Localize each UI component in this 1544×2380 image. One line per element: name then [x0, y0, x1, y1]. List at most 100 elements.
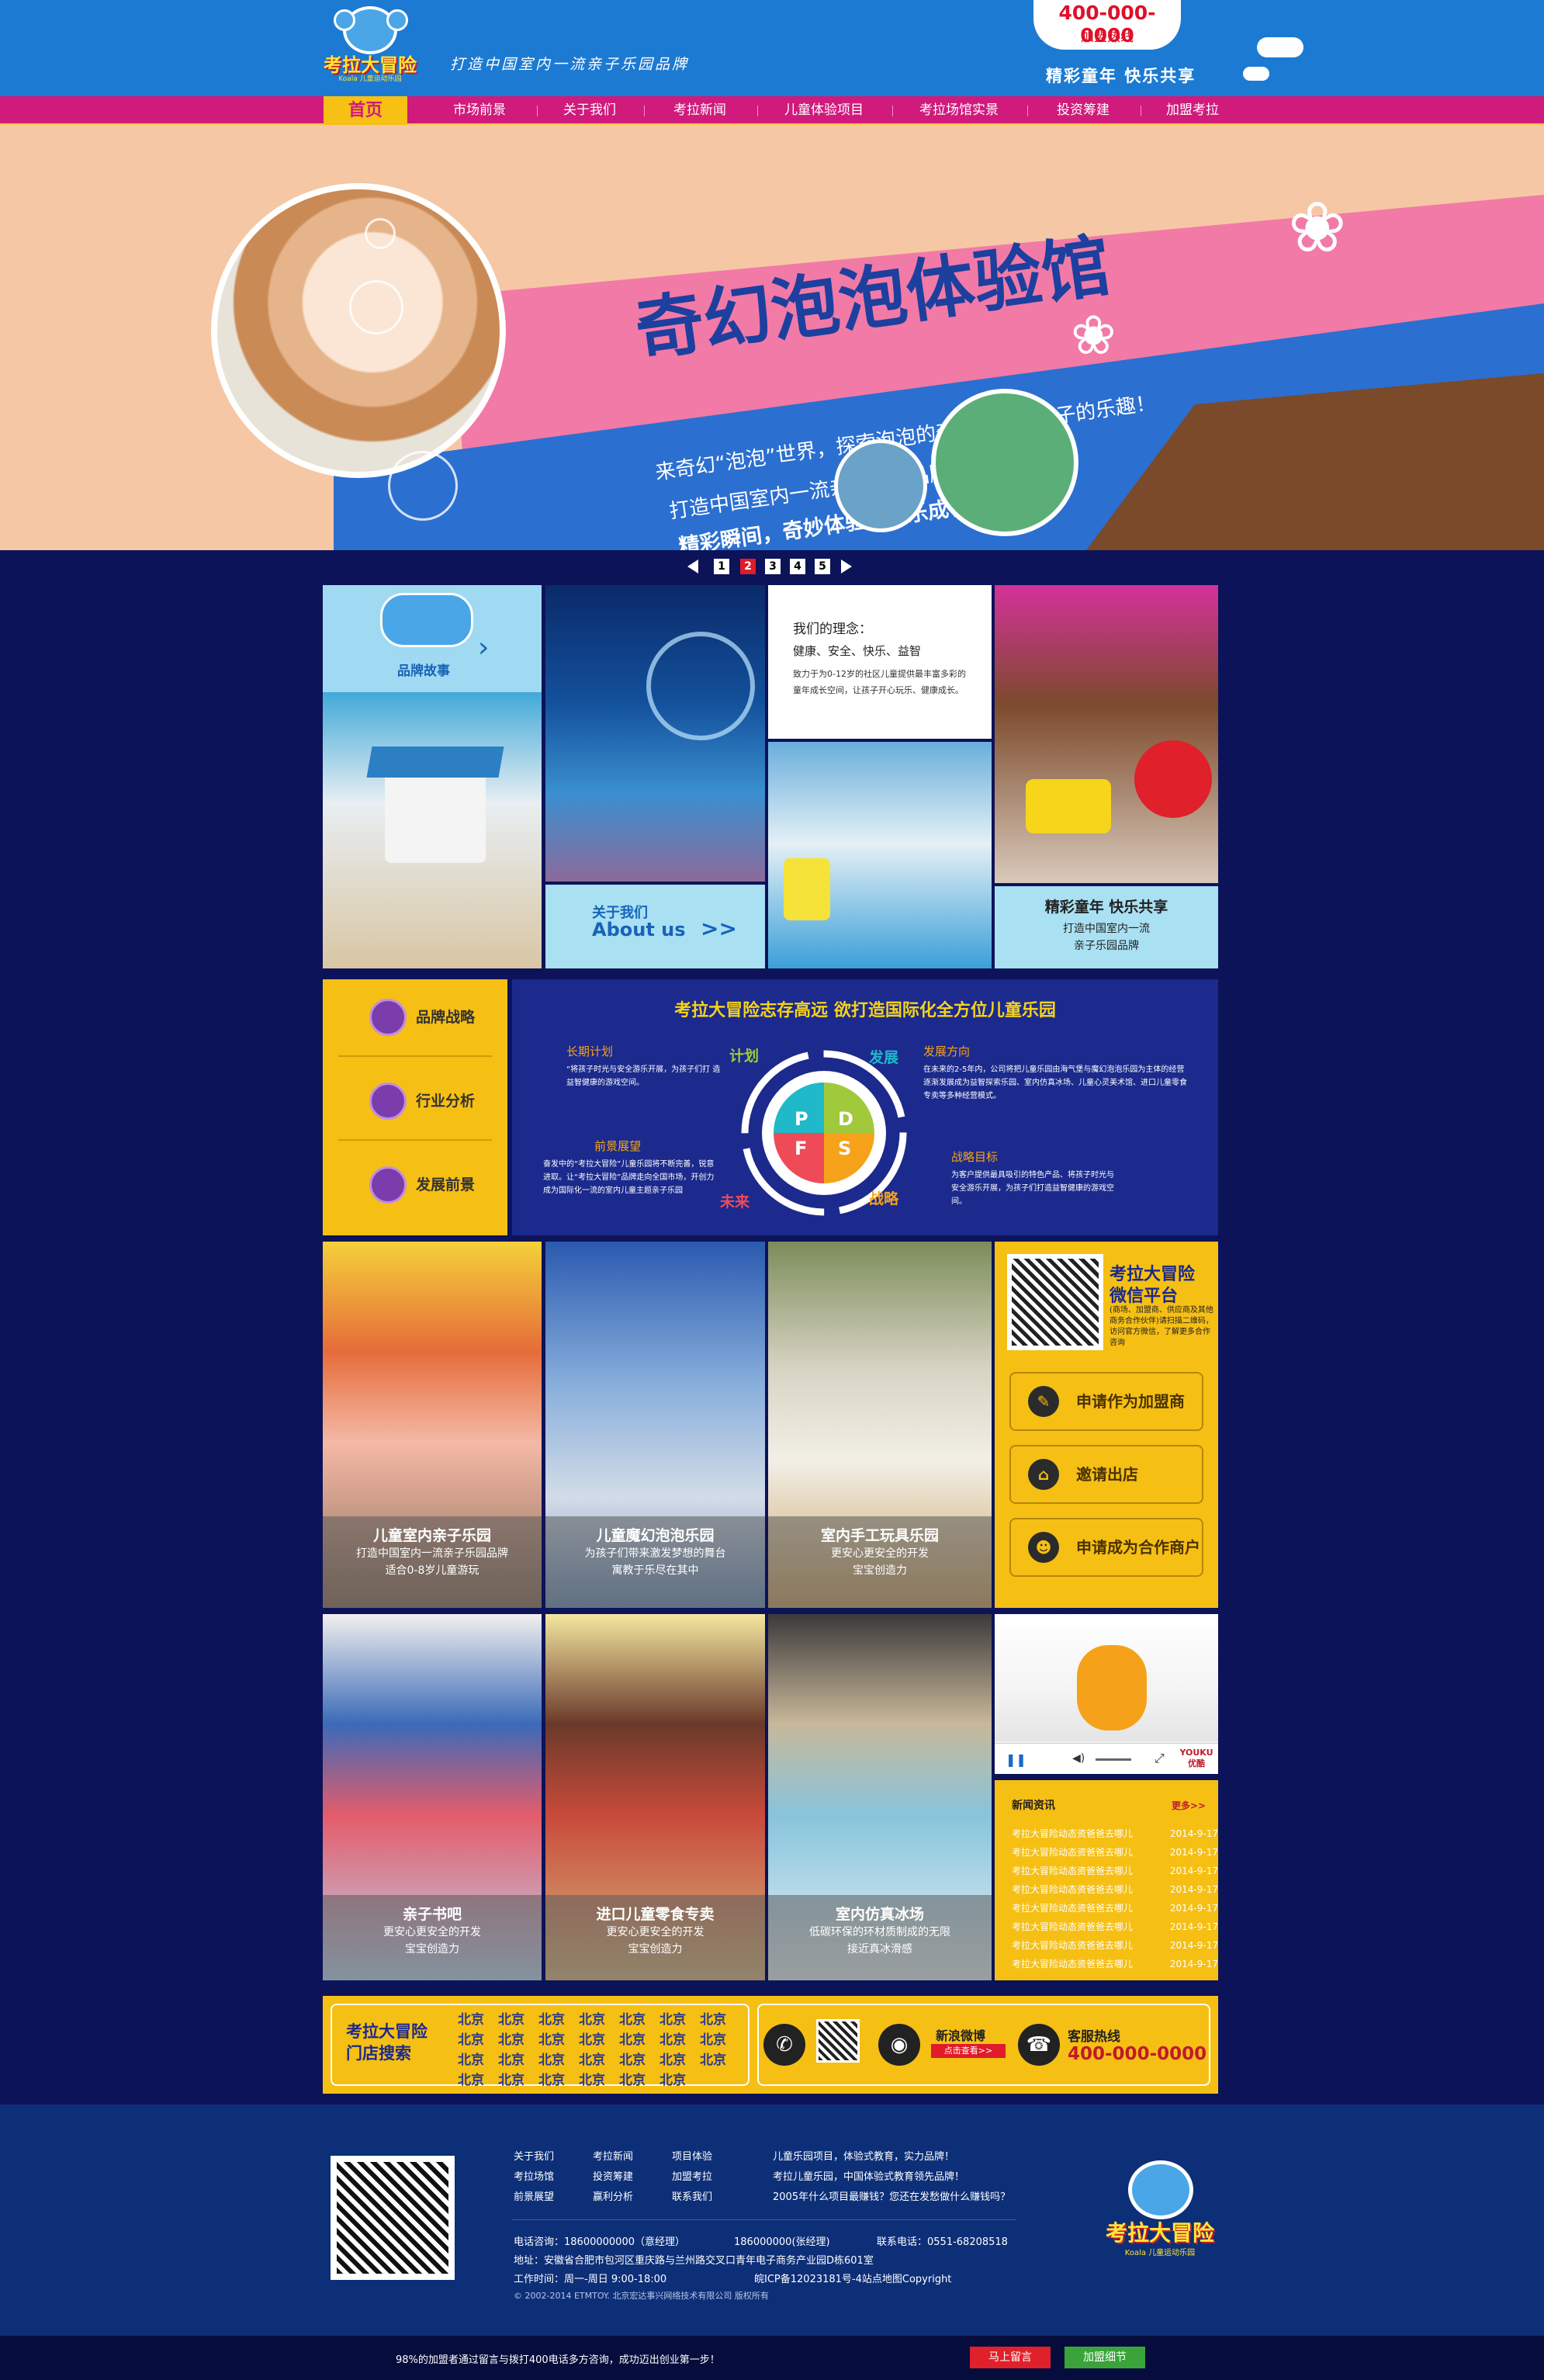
side-btn-brand-strategy[interactable]: 品牌战略	[338, 992, 493, 1043]
news-item[interactable]: 考拉大冒险动态资爸爸去哪儿 2014-9-17	[1012, 1956, 1218, 1973]
city-link[interactable]: 北京	[579, 2069, 605, 2088]
footer-link[interactable]: 投资筹建	[593, 2168, 633, 2183]
page-4[interactable]: 4	[790, 559, 805, 574]
weibo-icon[interactable]: ◉	[878, 2024, 920, 2066]
city-link[interactable]: 北京	[538, 2028, 565, 2048]
cloud-small-icon	[1243, 67, 1269, 81]
main-content: 品牌故事 › 关于我们 About us >> 我们的理念： 健康、安全、快乐、…	[323, 585, 1218, 2094]
nav-separator	[1027, 106, 1028, 116]
city-link[interactable]: 北京	[458, 2069, 484, 2088]
news-item[interactable]: 考拉大冒险动态资爸爸去哪儿 2014-9-17	[1012, 1862, 1218, 1879]
city-link[interactable]: 北京	[579, 2028, 605, 2048]
service-phone[interactable]: 400-000-0000	[1068, 2044, 1206, 2064]
project-card[interactable]: 室内仿真冰场 低碳环保的环材质制成的无限 接近真冰滑感	[768, 1614, 992, 1980]
city-link[interactable]: 北京	[498, 2049, 524, 2068]
apply-partner-button[interactable]: ☻ 申请成为合作商户	[1009, 1518, 1203, 1577]
footer-link[interactable]: 项目体验	[672, 2148, 712, 2163]
nav-market[interactable]: 市场前景	[425, 96, 534, 125]
city-link[interactable]: 北京	[700, 2028, 726, 2048]
project-card[interactable]: 室内手工玩具乐园 更安心更安全的开发 宝宝创造力	[768, 1242, 992, 1608]
nav-invest[interactable]: 投资筹建	[1029, 96, 1137, 125]
city-link[interactable]: 北京	[659, 2069, 686, 2088]
city-link[interactable]: 北京	[700, 2008, 726, 2028]
city-link[interactable]: 北京	[538, 2049, 565, 2068]
footer-link[interactable]: 关于我们	[514, 2148, 554, 2163]
nav-home[interactable]: 首页	[324, 96, 407, 125]
city-link[interactable]: 北京	[619, 2069, 646, 2088]
city-link[interactable]: 北京	[619, 2049, 646, 2068]
footer-logo-sub: Koala 儿童运动乐园	[1124, 2249, 1196, 2257]
page-5[interactable]: 5	[815, 559, 830, 574]
invite-store-button[interactable]: ⌂ 邀请出店	[1009, 1445, 1203, 1504]
city-link[interactable]: 北京	[700, 2049, 726, 2068]
news-item[interactable]: 考拉大冒险动态资爸爸去哪儿 2014-9-17	[1012, 1825, 1218, 1842]
page-1[interactable]: 1	[714, 559, 729, 574]
nav-venues[interactable]: 考拉场馆实景	[894, 96, 1024, 125]
video-player[interactable]: ❚❚ ◀) ⤢ YOUKU 优酷	[995, 1614, 1218, 1774]
news-item[interactable]: 考拉大冒险动态资爸爸去哪儿 2014-9-17	[1012, 1844, 1218, 1861]
city-link[interactable]: 北京	[498, 2008, 524, 2028]
city-link[interactable]: 北京	[498, 2069, 524, 2088]
nav-projects[interactable]: 儿童体验项目	[759, 96, 889, 125]
project-caption: 室内仿真冰场 低碳环保的环材质制成的无限 接近真冰滑感	[768, 1895, 992, 1980]
nav-join[interactable]: 加盟考拉	[1142, 96, 1243, 125]
header-slogan: 打造中国室内一流亲子乐园品牌	[450, 56, 690, 73]
city-link[interactable]: 北京	[538, 2069, 565, 2088]
footer-link[interactable]: 加盟考拉	[672, 2168, 712, 2183]
footer-link[interactable]: 赢利分析	[593, 2188, 633, 2203]
city-link[interactable]: 北京	[619, 2008, 646, 2028]
footer-link[interactable]: 前景展望	[514, 2188, 554, 2203]
city-link[interactable]: 北京	[619, 2028, 646, 2048]
page-3[interactable]: 3	[765, 559, 781, 574]
wechat-small-qr[interactable]	[816, 2019, 860, 2063]
footer-link[interactable]: 考拉新闻	[593, 2148, 633, 2163]
koala-ear-left-icon	[334, 9, 355, 31]
city-link[interactable]: 北京	[458, 2008, 484, 2028]
wechat-icon[interactable]: ✆	[763, 2024, 805, 2066]
city-link[interactable]: 北京	[579, 2049, 605, 2068]
wechat-qr-code[interactable]	[1007, 1254, 1103, 1350]
city-link[interactable]: 北京	[579, 2008, 605, 2028]
next-arrow-icon[interactable]	[841, 559, 852, 573]
hero-banner[interactable]: 奇幻泡泡体验馆 来奇幻“泡泡”世界，探索泡泡的奇妙，体验亲子的乐趣！ 打造中国室…	[0, 125, 1544, 550]
leave-message-button[interactable]: 马上留言	[970, 2347, 1051, 2368]
city-link[interactable]: 北京	[659, 2049, 686, 2068]
footer-link[interactable]: 联系我们	[672, 2188, 712, 2203]
project-card[interactable]: 进口儿童零食专卖 更安心更安全的开发 宝宝创造力	[545, 1614, 765, 1980]
news-item[interactable]: 考拉大冒险动态资爸爸去哪儿 2014-9-17	[1012, 1918, 1218, 1935]
city-link[interactable]: 北京	[538, 2008, 565, 2028]
side-btn-prospect[interactable]: 发展前景	[338, 1159, 493, 1211]
brand-story-tile[interactable]: 品牌故事 ›	[323, 585, 542, 692]
project-card[interactable]: 亲子书吧 更安心更安全的开发 宝宝创造力	[323, 1614, 542, 1980]
play-pause-icon[interactable]: ❚❚	[1006, 1752, 1026, 1767]
news-item[interactable]: 考拉大冒险动态资爸爸去哪儿 2014-9-17	[1012, 1881, 1218, 1898]
logo[interactable]: 考拉大冒险 Koala 儿童运动乐园	[312, 6, 428, 84]
footer-link[interactable]: 考拉场馆	[514, 2168, 554, 2183]
project-card[interactable]: 儿童魔幻泡泡乐园 为孩子们带来激发梦想的舞台 寓教于乐尽在其中	[545, 1242, 765, 1608]
about-us-tile[interactable]: 关于我们 About us >>	[545, 885, 765, 968]
footer-logo[interactable]: 考拉大冒险 Koala 儿童运动乐园	[1102, 2160, 1218, 2266]
city-link[interactable]: 北京	[659, 2028, 686, 2048]
volume-icon[interactable]: ◀)	[1072, 1752, 1085, 1765]
join-details-button[interactable]: 加盟细节	[1065, 2347, 1145, 2368]
block-plan-text: “将孩子时光与安全游乐开展，为孩子们打 造益智健康的游戏空间。	[566, 1065, 721, 1087]
city-link[interactable]: 北京	[458, 2049, 484, 2068]
city-link[interactable]: 北京	[498, 2028, 524, 2048]
fullscreen-icon[interactable]: ⤢	[1155, 1751, 1165, 1766]
volume-slider[interactable]	[1096, 1758, 1131, 1761]
news-item[interactable]: 考拉大冒险动态资爸爸去哪儿 2014-9-17	[1012, 1900, 1218, 1917]
project-card[interactable]: 儿童室内亲子乐园 打造中国室内一流亲子乐园品牌 适合0-8岁儿童游玩	[323, 1242, 542, 1608]
city-link[interactable]: 北京	[659, 2008, 686, 2028]
city-link[interactable]: 北京	[458, 2028, 484, 2048]
project-sub2: 寓教于乐尽在其中	[611, 1564, 699, 1577]
page-2[interactable]: 2	[740, 559, 756, 574]
apply-franchise-button[interactable]: ✎ 申请作为加盟商	[1009, 1372, 1203, 1431]
news-more-link[interactable]: 更多>>	[1172, 1799, 1206, 1812]
news-item[interactable]: 考拉大冒险动态资爸爸去哪儿 2014-9-17	[1012, 1937, 1218, 1954]
footer-qr-code[interactable]	[331, 2156, 455, 2280]
side-btn-industry[interactable]: 行业分析	[338, 1076, 493, 1127]
nav-news[interactable]: 考拉新闻	[646, 96, 754, 125]
weibo-button[interactable]: 点击查看>>	[931, 2044, 1006, 2058]
prev-arrow-icon[interactable]	[687, 559, 698, 573]
nav-about[interactable]: 关于我们	[538, 96, 641, 125]
